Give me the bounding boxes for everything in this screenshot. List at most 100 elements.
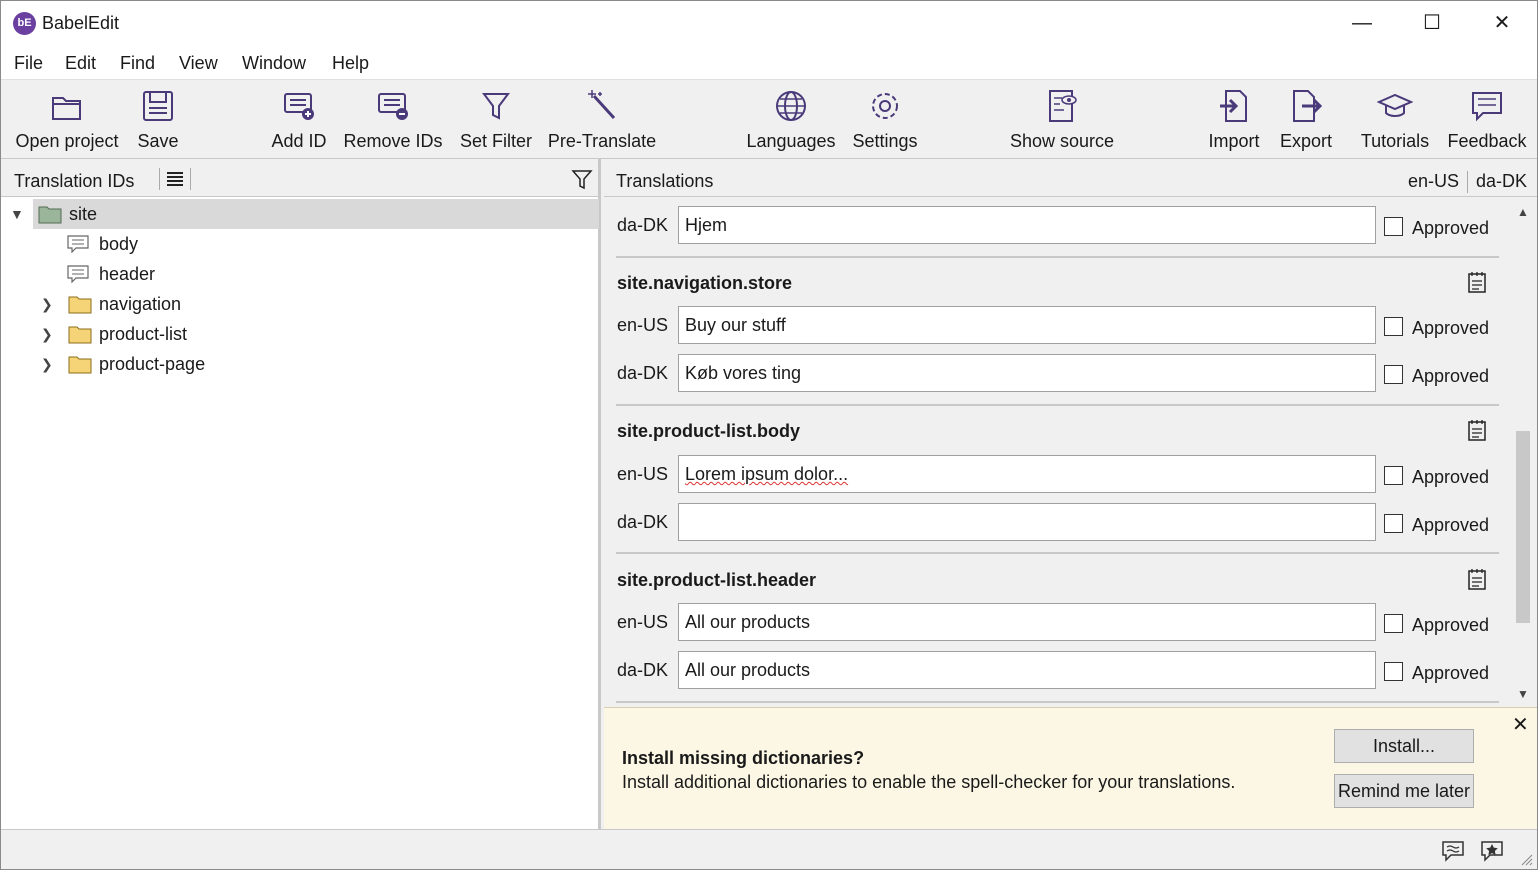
approved-label: Approved	[1412, 318, 1490, 338]
checkbox-box[interactable]	[1384, 365, 1403, 384]
translations-header: Translations en-US da-DK	[604, 159, 1537, 197]
checkbox-box[interactable]	[1384, 466, 1403, 485]
folder-icon	[68, 296, 92, 314]
vertical-scrollbar[interactable]: ▲ ▼	[1511, 199, 1535, 705]
tree-item-product-list[interactable]: ❯ product-list	[1, 319, 599, 349]
translation-row: da-DK All our products Approved	[604, 651, 1504, 691]
set-filter-button[interactable]: Set Filter	[456, 86, 536, 154]
show-source-label: Show source	[1009, 131, 1115, 151]
menu-find[interactable]: Find	[120, 53, 155, 74]
menu-help[interactable]: Help	[332, 53, 369, 74]
maximize-button[interactable]: ☐	[1397, 1, 1467, 45]
show-source-button[interactable]: Show source	[1007, 86, 1117, 154]
folder-icon	[68, 356, 92, 374]
language-code: en-US	[617, 612, 669, 632]
add-id-label: Add ID	[271, 131, 327, 151]
export-button[interactable]: Export	[1277, 86, 1335, 154]
folder-icon	[68, 326, 92, 344]
tree-item-site[interactable]: site	[33, 199, 599, 229]
maximize-icon: ☐	[1423, 12, 1441, 34]
rate-star-icon[interactable]	[1480, 840, 1504, 862]
chevron-right-icon[interactable]: ❯	[41, 356, 53, 373]
install-button[interactable]: Install...	[1334, 729, 1474, 763]
resize-grip-icon[interactable]	[1521, 854, 1533, 866]
minimize-button[interactable]: —	[1327, 1, 1397, 45]
checkbox-box[interactable]	[1384, 217, 1403, 236]
app-logo: bE	[13, 12, 36, 35]
list-view-icon[interactable]	[166, 170, 184, 188]
translation-input[interactable]	[678, 503, 1376, 541]
checkbox-box[interactable]	[1384, 614, 1403, 633]
close-icon[interactable]: ✕	[1512, 712, 1529, 737]
translation-row: en-US Buy our stuff Approved	[604, 306, 1504, 346]
add-id-button[interactable]: Add ID	[265, 86, 333, 154]
remove-ids-button[interactable]: Remove IDs	[343, 86, 443, 154]
feedback-icon	[1472, 92, 1502, 122]
feedback-button[interactable]: Feedback	[1445, 86, 1529, 154]
tree-item-navigation[interactable]: ❯ navigation	[1, 289, 599, 319]
tree-item-label: site	[69, 204, 98, 224]
approved-label: Approved	[1412, 366, 1490, 386]
notes-icon[interactable]	[1468, 568, 1486, 590]
open-project-label: Open project	[15, 131, 119, 151]
notes-icon[interactable]	[1468, 271, 1486, 293]
translation-key-title: site.product-list.body	[617, 421, 801, 441]
languages-button[interactable]: Languages	[746, 86, 836, 154]
checkbox-box[interactable]	[1384, 514, 1403, 533]
tutorials-button[interactable]: Tutorials	[1357, 86, 1433, 154]
remove-ids-icon	[378, 93, 408, 120]
entry-divider	[616, 256, 1499, 258]
graduation-cap-icon	[1377, 93, 1413, 117]
app-title: BabelEdit	[42, 13, 120, 33]
tree-item-header[interactable]: header	[1, 259, 599, 289]
close-button[interactable]: ✕	[1467, 1, 1537, 45]
menu-view[interactable]: View	[179, 53, 218, 74]
translation-row: en-US Lorem ipsum dolor... Approved	[604, 455, 1504, 495]
translation-input[interactable]: All our products	[678, 603, 1376, 641]
translation-row: en-US All our products Approved	[604, 603, 1504, 643]
chevron-right-icon[interactable]: ❯	[41, 296, 53, 313]
gear-icon	[872, 93, 898, 119]
language-tab-en-us[interactable]: en-US	[1408, 171, 1459, 191]
entry-divider	[616, 552, 1499, 554]
tree-item-body[interactable]: body	[1, 229, 599, 259]
scrollbar-thumb[interactable]	[1516, 431, 1530, 623]
translation-input[interactable]: Hjem	[678, 206, 1376, 244]
pre-translate-button[interactable]: Pre-Translate	[547, 86, 657, 154]
chevron-right-icon[interactable]: ❯	[41, 326, 53, 343]
checkbox-box[interactable]	[1384, 662, 1403, 681]
menu-edit[interactable]: Edit	[65, 53, 96, 74]
remove-ids-label: Remove IDs	[343, 131, 443, 151]
approved-label: Approved	[1412, 615, 1490, 635]
open-project-button[interactable]: Open project	[9, 86, 125, 154]
chevron-down-icon[interactable]: ▼	[10, 206, 24, 222]
language-code: en-US	[617, 315, 669, 335]
approved-label: Approved	[1412, 467, 1490, 487]
menu-window[interactable]: Window	[242, 53, 306, 74]
export-label: Export	[1279, 131, 1333, 151]
save-button[interactable]: Save	[133, 86, 183, 154]
entry-divider	[616, 404, 1499, 406]
language-tab-da-dk[interactable]: da-DK	[1476, 171, 1527, 191]
import-button[interactable]: Import	[1203, 86, 1265, 154]
import-label: Import	[1208, 131, 1260, 151]
filter-icon[interactable]	[571, 168, 593, 190]
menu-file[interactable]: File	[14, 53, 43, 74]
save-icon	[143, 91, 173, 121]
settings-button[interactable]: Settings	[849, 86, 921, 154]
translation-input[interactable]: Køb vores ting	[678, 354, 1376, 392]
remind-later-button[interactable]: Remind me later	[1334, 774, 1474, 808]
comment-icon	[67, 235, 89, 253]
translation-input[interactable]: Buy our stuff	[678, 306, 1376, 344]
scroll-down-icon[interactable]: ▼	[1517, 687, 1529, 701]
checkbox-box[interactable]	[1384, 317, 1403, 336]
tree-item-product-page[interactable]: ❯ product-page	[1, 349, 599, 379]
translation-input[interactable]: All our products	[678, 651, 1376, 689]
chat-icon[interactable]	[1441, 840, 1465, 862]
translation-row: da-DK Approved	[604, 503, 1504, 543]
scroll-up-icon[interactable]: ▲	[1517, 205, 1529, 219]
dictionary-notification: Install missing dictionaries? Install ad…	[604, 707, 1537, 829]
translation-input[interactable]: Lorem ipsum dolor...	[678, 455, 1376, 493]
notes-icon[interactable]	[1468, 419, 1486, 441]
translation-ids-panel: Translation IDs site ▼ body header ❯ nav…	[1, 159, 601, 829]
